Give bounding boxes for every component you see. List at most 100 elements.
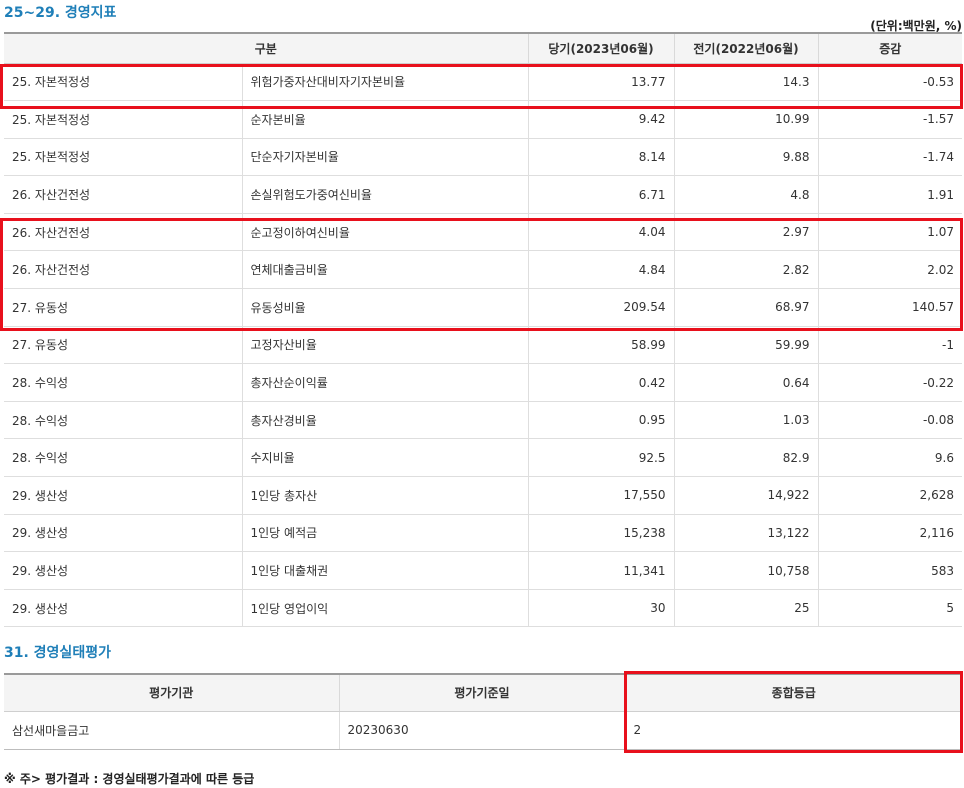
cell-change: 140.57: [818, 288, 962, 327]
cell-current: 11,341: [528, 551, 675, 590]
table-row: 27. 유동성 유동성비율 209.54 68.97 140.57: [4, 288, 962, 327]
section-title-evaluation: 31. 경영실태평가: [4, 645, 111, 661]
cell-category: 29. 생산성: [4, 476, 243, 515]
cell-previous: 9.88: [674, 138, 819, 177]
table-header-row: 구분 당기(2023년06월) 전기(2022년06월) 증감: [4, 33, 962, 64]
cell-change: -1.57: [818, 100, 962, 139]
cell-agency: 삼선새마을금고: [4, 711, 340, 750]
table-row: 26. 자산건전성 연체대출금비율 4.84 2.82 2.02: [4, 250, 962, 290]
evaluation-table: 평가기관 평가기준일 종합등급 삼선새마을금고 20230630 2: [4, 673, 962, 750]
cell-category: 28. 수익성: [4, 363, 243, 402]
header-base-date: 평가기준일: [339, 674, 626, 712]
cell-current: 0.42: [528, 363, 675, 402]
table-row: 25. 자본적정성 위험가중자산대비자기자본비율 13.77 14.3 -0.53: [4, 63, 962, 102]
cell-current: 6.71: [528, 175, 675, 214]
cell-grade: 2: [625, 711, 962, 750]
header-grade: 종합등급: [625, 674, 962, 712]
cell-change: 1.91: [818, 175, 962, 214]
cell-item: 1인당 총자산: [242, 476, 529, 515]
cell-category: 25. 자본적정성: [4, 138, 243, 177]
footnote: ※ 주> 평가결과 : 경영실태평가결과에 따른 등급: [4, 772, 255, 786]
cell-current: 13.77: [528, 63, 675, 102]
cell-category: 25. 자본적정성: [4, 100, 243, 139]
cell-previous: 59.99: [674, 326, 819, 365]
header-category: 구분: [4, 33, 529, 64]
cell-current: 15,238: [528, 514, 675, 553]
cell-previous: 14,922: [674, 476, 819, 515]
cell-base-date: 20230630: [339, 711, 626, 750]
cell-item: 총자산순이익률: [242, 363, 529, 402]
cell-item: 연체대출금비율: [242, 250, 529, 290]
cell-category: 28. 수익성: [4, 401, 243, 440]
cell-change: 9.6: [818, 438, 962, 478]
header-previous: 전기(2022년06월): [674, 33, 819, 64]
cell-item: 총자산경비율: [242, 401, 529, 440]
cell-change: -0.53: [818, 63, 962, 102]
cell-category: 29. 생산성: [4, 551, 243, 590]
cell-item: 고정자산비율: [242, 326, 529, 365]
cell-previous: 4.8: [674, 175, 819, 214]
table-row: 삼선새마을금고 20230630 2: [4, 711, 962, 750]
cell-change: 2,628: [818, 476, 962, 515]
cell-change: 1.07: [818, 213, 962, 252]
cell-current: 30: [528, 589, 675, 628]
cell-change: 5: [818, 589, 962, 628]
cell-item: 순자본비율: [242, 100, 529, 139]
cell-item: 1인당 영업이익: [242, 589, 529, 628]
cell-category: 26. 자산건전성: [4, 213, 243, 252]
cell-previous: 10,758: [674, 551, 819, 590]
table-row: 26. 자산건전성 손실위험도가중여신비율 6.71 4.8 1.91: [4, 175, 962, 214]
cell-item: 순고정이하여신비율: [242, 213, 529, 252]
cell-previous: 10.99: [674, 100, 819, 139]
cell-category: 27. 유동성: [4, 326, 243, 365]
table-row: 28. 수익성 총자산순이익률 0.42 0.64 -0.22: [4, 363, 962, 402]
cell-previous: 13,122: [674, 514, 819, 553]
table-row: 25. 자본적정성 단순자기자본비율 8.14 9.88 -1.74: [4, 138, 962, 177]
cell-category: 29. 생산성: [4, 589, 243, 628]
cell-item: 수지비율: [242, 438, 529, 478]
cell-previous: 68.97: [674, 288, 819, 327]
cell-previous: 82.9: [674, 438, 819, 478]
cell-current: 58.99: [528, 326, 675, 365]
cell-current: 209.54: [528, 288, 675, 327]
cell-change: -0.22: [818, 363, 962, 402]
cell-category: 26. 자산건전성: [4, 250, 243, 290]
cell-change: 583: [818, 551, 962, 590]
cell-change: 2.02: [818, 250, 962, 290]
cell-item: 단순자기자본비율: [242, 138, 529, 177]
table-row: 27. 유동성 고정자산비율 58.99 59.99 -1: [4, 326, 962, 365]
cell-current: 17,550: [528, 476, 675, 515]
cell-change: 2,116: [818, 514, 962, 553]
cell-change: -1: [818, 326, 962, 365]
cell-current: 4.84: [528, 250, 675, 290]
table-row: 29. 생산성 1인당 총자산 17,550 14,922 2,628: [4, 476, 962, 515]
cell-change: -1.74: [818, 138, 962, 177]
header-agency: 평가기관: [4, 674, 340, 712]
cell-previous: 2.82: [674, 250, 819, 290]
table-row: 29. 생산성 1인당 예적금 15,238 13,122 2,116: [4, 514, 962, 553]
cell-previous: 25: [674, 589, 819, 628]
table-row: 26. 자산건전성 순고정이하여신비율 4.04 2.97 1.07: [4, 213, 962, 252]
cell-current: 0.95: [528, 401, 675, 440]
table-header-row: 평가기관 평가기준일 종합등급: [4, 674, 962, 712]
cell-category: 25. 자본적정성: [4, 63, 243, 102]
cell-current: 4.04: [528, 213, 675, 252]
cell-item: 위험가중자산대비자기자본비율: [242, 63, 529, 102]
cell-category: 26. 자산건전성: [4, 175, 243, 214]
cell-item: 1인당 예적금: [242, 514, 529, 553]
cell-previous: 0.64: [674, 363, 819, 402]
cell-category: 27. 유동성: [4, 288, 243, 327]
section-title-management-indicators: 25~29. 경영지표: [4, 5, 117, 21]
cell-current: 92.5: [528, 438, 675, 478]
cell-category: 29. 생산성: [4, 514, 243, 553]
cell-previous: 14.3: [674, 63, 819, 102]
table-row: 29. 생산성 1인당 대출채권 11,341 10,758 583: [4, 551, 962, 590]
cell-category: 28. 수익성: [4, 438, 243, 478]
table-row: 28. 수익성 수지비율 92.5 82.9 9.6: [4, 438, 962, 478]
cell-item: 손실위험도가중여신비율: [242, 175, 529, 214]
cell-previous: 1.03: [674, 401, 819, 440]
cell-current: 9.42: [528, 100, 675, 139]
cell-change: -0.08: [818, 401, 962, 440]
table-row: 28. 수익성 총자산경비율 0.95 1.03 -0.08: [4, 401, 962, 440]
header-change: 증감: [818, 33, 962, 64]
